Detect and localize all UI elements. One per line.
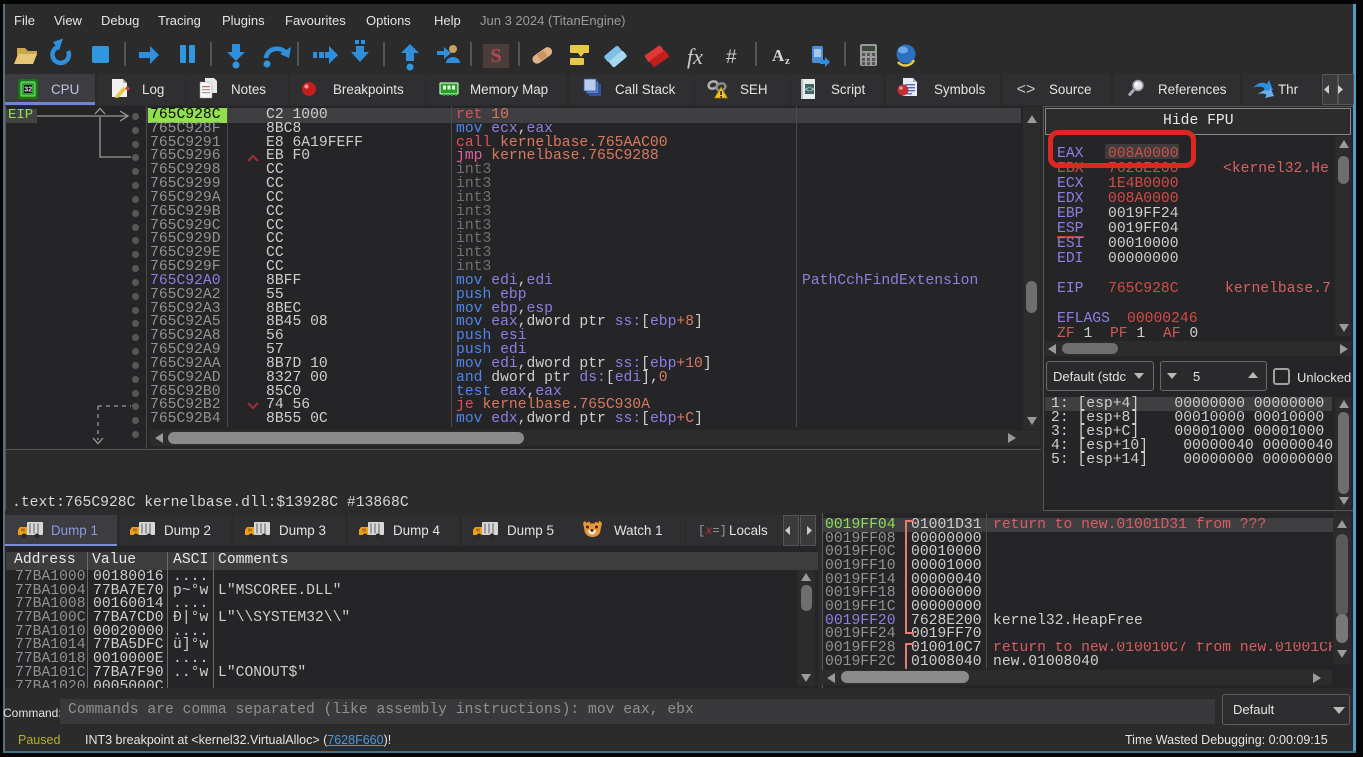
svg-text:#: #: [726, 47, 737, 68]
svg-text:<>: <>: [1017, 81, 1036, 98]
svg-text:<>: <>: [805, 86, 815, 95]
svg-text:A: A: [772, 46, 785, 65]
svg-text:[x=]: [x=]: [698, 524, 727, 538]
svg-text:S: S: [490, 45, 501, 67]
svg-text:fx: fx: [687, 44, 703, 69]
svg-text:32: 32: [24, 87, 32, 94]
svg-text:z: z: [785, 55, 790, 67]
